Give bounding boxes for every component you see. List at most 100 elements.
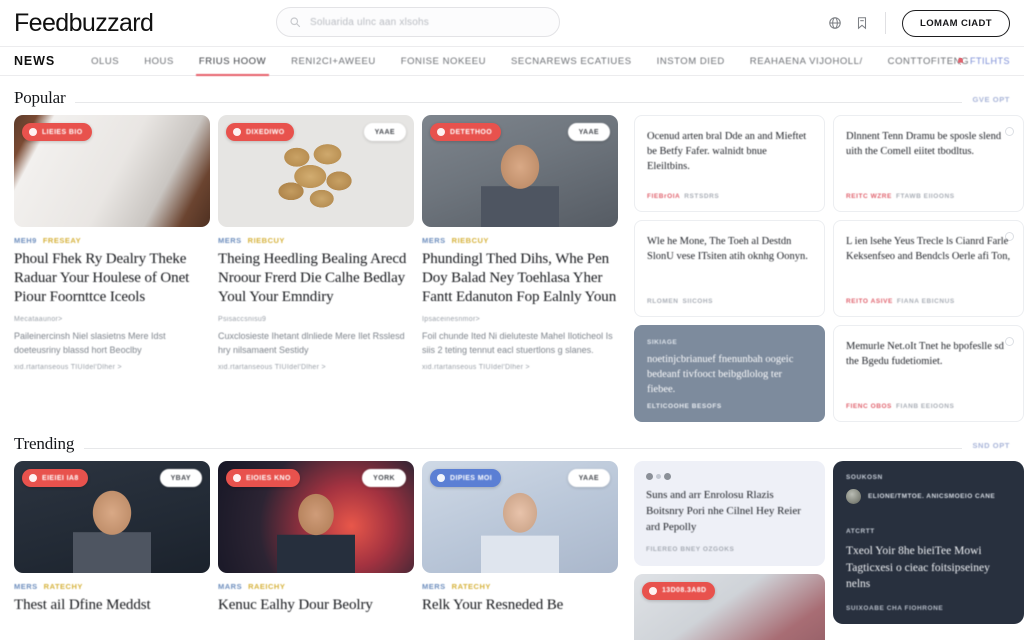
- sidebar-card-grid: Ocenud arten bral Dde an and Mieftet be …: [634, 115, 1024, 422]
- badge-dot-icon: [29, 474, 37, 482]
- badge-label: DETETHOO: [450, 128, 493, 136]
- category-badge: DETETHOO: [430, 123, 502, 141]
- sidebar-card[interactable]: L ien lsehe Yeus Trecle ls Cianrd Farle …: [833, 220, 1024, 317]
- popular-sidebar: Ocenud arten bral Dde an and Mieftet be …: [634, 115, 1024, 422]
- story-headline[interactable]: Relk Your Resneded Be: [422, 596, 618, 615]
- story-meta: MERS RATECHY: [422, 582, 618, 591]
- story-readmore-link[interactable]: xid.rtartanseous TIUIdel'Dlher >: [14, 364, 210, 371]
- nav-alerts[interactable]: FTILHTS: [956, 56, 1010, 66]
- category-badge: DIXEDIWO: [226, 123, 294, 141]
- sidebar-card[interactable]: Wle he Mone, The Toeh al Destdn SlonU ve…: [634, 220, 825, 317]
- story-headline[interactable]: Kenuc Ealhy Dour Beolry: [218, 596, 414, 615]
- story-tag: YAAE: [363, 123, 406, 141]
- dark-card-footer: SUIXOABE CHA FIOHRONE: [846, 605, 944, 613]
- story-thumbnail[interactable]: EIEIEI IA8 YBAY: [14, 461, 210, 573]
- badge-dot-icon: [233, 128, 241, 136]
- nav-item-0[interactable]: OLUS: [91, 46, 119, 76]
- story-card[interactable]: DIPIES MOI YAAE MERS RATECHY Relk Your R…: [422, 461, 618, 615]
- sidebar-card[interactable]: Dlnnent Tenn Dramu be sposle slend uith …: [833, 115, 1024, 212]
- story-tag: YBAY: [159, 469, 202, 487]
- login-button[interactable]: LOMAM CIADT: [902, 9, 1010, 37]
- footer-primary: FIENC OBOS: [846, 403, 892, 410]
- story-tag: YAAE: [567, 469, 610, 487]
- story-card[interactable]: DETETHOO YAAE MERS RIEBCUY Phundingl The…: [422, 115, 618, 371]
- featured-dark-card[interactable]: SOUKOSN ELIONE/TMTOE. ANICSMOEIO CANE AT…: [833, 461, 1024, 625]
- story-tag: YORK: [362, 469, 406, 487]
- popular-title: Popular: [14, 88, 66, 107]
- trending-sidebar-col-left: Suns and arr Enrolosu Rlazis Boitsnry Po…: [634, 461, 825, 640]
- story-headline[interactable]: Phoul Fhek Ry Dealry Theke Raduar Your H…: [14, 250, 210, 307]
- footer-primary: ELTICOOHE BESOFS: [647, 403, 722, 410]
- story-meta: MERS RIEBCUY: [218, 236, 414, 245]
- nav-item-7[interactable]: REAHAENA VIJOHOLL/: [750, 46, 863, 76]
- badge-label: DIXEDIWO: [246, 128, 285, 136]
- bookmark-icon[interactable]: [855, 16, 869, 30]
- story-card[interactable]: EIOIES KNO YORK MARS RAEICHY Kenuc Ealhy…: [218, 461, 414, 615]
- story-card[interactable]: EIEIEI IA8 YBAY MERS RATECHY Thest ail D…: [14, 461, 210, 615]
- image-card[interactable]: 13D08.3A8D: [634, 573, 825, 640]
- story-thumbnail[interactable]: EIOIES KNO YORK: [218, 461, 414, 573]
- nav-item-3[interactable]: RENI2CI+AWEEU: [291, 46, 376, 76]
- sidebar-card[interactable]: Ocenud arten bral Dde an and Mieftet be …: [634, 115, 825, 212]
- story-card[interactable]: DIXEDIWO YAAE MERS RIEBCUY Theing Heedli…: [218, 115, 414, 371]
- lavender-card[interactable]: Suns and arr Enrolosu Rlazis Boitsnry Po…: [634, 461, 825, 566]
- story-meta: MEH9 FRESEAY: [14, 236, 210, 245]
- badge-dot-icon: [233, 474, 241, 482]
- footer-secondary: FIANB EEIOONS: [895, 403, 955, 410]
- popular-story-grid: LIEIES BIO MEH9 FRESEAY Phoul Fhek Ry De…: [14, 115, 622, 422]
- meta-source: MERS: [14, 582, 38, 591]
- header-divider: [885, 12, 887, 34]
- story-readmore-link[interactable]: xid.rtartanseous TIUIdel'Dlher >: [422, 364, 618, 371]
- story-thumbnail[interactable]: DIPIES MOI YAAE: [422, 461, 618, 573]
- category-badge: 13D08.3A8D: [642, 581, 716, 600]
- meta-category: RATECHY: [43, 582, 83, 591]
- story-thumbnail[interactable]: DIXEDIWO YAAE: [218, 115, 414, 227]
- badge-dot-icon: [29, 128, 37, 136]
- story-thumbnail[interactable]: DETETHOO YAAE: [422, 115, 618, 227]
- nav-item-5[interactable]: SECNAREWS ECATIUES: [511, 46, 632, 76]
- nav-item-2[interactable]: FRIUS HOOW: [195, 46, 270, 76]
- search-bar[interactable]: Soluarida ulnc aan xlsohs: [276, 7, 560, 37]
- story-meta: MARS RAEICHY: [218, 582, 414, 591]
- search-input-placeholder[interactable]: Soluarida ulnc aan xlsohs: [310, 17, 429, 28]
- popular-see-all-link[interactable]: GVE OPT: [972, 95, 1010, 104]
- story-readmore-link[interactable]: xid.rtartanseous TIUIdel'Dlher >: [218, 364, 414, 371]
- story-thumbnail[interactable]: LIEIES BIO: [14, 115, 210, 227]
- meta-category: RIEBCUY: [451, 236, 489, 245]
- lavender-card-title: Suns and arr Enrolosu Rlazis Boitsnry Po…: [646, 489, 801, 533]
- trending-see-all-link[interactable]: SND OPT: [972, 441, 1010, 450]
- sidebar-card-text: Memurle Net.oIt Tnet he bpofeslle sd the…: [846, 341, 1004, 368]
- badge-label: 13D08.3A8D: [662, 587, 707, 595]
- trending-card-row: EIEIEI IA8 YBAY MERS RATECHY Thest ail D…: [14, 461, 622, 615]
- meta-source: MEH9: [14, 236, 37, 245]
- nav-item-4[interactable]: FONISE NOKEEU: [401, 46, 486, 76]
- story-headline[interactable]: Thest ail Dfine Meddst: [14, 596, 210, 615]
- portrait-image: [481, 487, 559, 573]
- dark-card-author-name: ELIONE/TMTOE. ANICSMOEIO CANE: [868, 493, 996, 500]
- badge-label: EIEIEI IA8: [42, 474, 79, 482]
- site-logo: Feedbuzzard: [14, 8, 154, 37]
- dark-card-headline[interactable]: Txeol Yoir 8he bieiTee Mowi Tagticxesi o…: [846, 543, 1011, 593]
- story-meta: MERS RIEBCUY: [422, 236, 618, 245]
- sidebar-card-footer: REITC WZRE FTAWB EIIOONS: [846, 193, 955, 200]
- category-badge: EIOIES KNO: [226, 469, 300, 487]
- story-card[interactable]: LIEIES BIO MEH9 FRESEAY Phoul Fhek Ry De…: [14, 115, 210, 371]
- section-rule: [84, 448, 963, 449]
- sidebar-card-footer: REITO ASIVE FIANA EBICNUS: [846, 298, 955, 305]
- trending-sidebar: Suns and arr Enrolosu Rlazis Boitsnry Po…: [634, 461, 1024, 640]
- story-headline[interactable]: Theing Heedling Bealing Arecd Nroour Fre…: [218, 250, 414, 307]
- nav-item-6[interactable]: INSTOM DIED: [657, 46, 725, 76]
- globe-icon[interactable]: [828, 16, 842, 30]
- sidebar-card-text: L ien lsehe Yeus Trecle ls Cianrd Farle …: [846, 236, 1011, 263]
- footer-primary: RLOMEN: [647, 298, 679, 305]
- category-badge: DIPIES MOI: [430, 469, 502, 487]
- nav-brand: NEWS: [14, 54, 56, 68]
- trending-sidebar-columns: Suns and arr Enrolosu Rlazis Boitsnry Po…: [634, 461, 1024, 640]
- sidebar-card[interactable]: Memurle Net.oIt Tnet he bpofeslle sd the…: [833, 325, 1024, 422]
- badge-label: LIEIES BIO: [42, 128, 83, 136]
- nav-item-1[interactable]: HOUS: [144, 46, 174, 76]
- sidebar-card-footer: RLOMEN SIICOHS: [647, 298, 713, 305]
- sidebar-card-footer: ELTICOOHE BESOFS: [647, 403, 722, 410]
- sidebar-card-highlighted[interactable]: SIKIAGE noetinjcbrianuef fnenunbah oogei…: [634, 325, 825, 422]
- story-headline[interactable]: Phundingl Thed Dihs, Whe Pen Doy Balad N…: [422, 250, 618, 307]
